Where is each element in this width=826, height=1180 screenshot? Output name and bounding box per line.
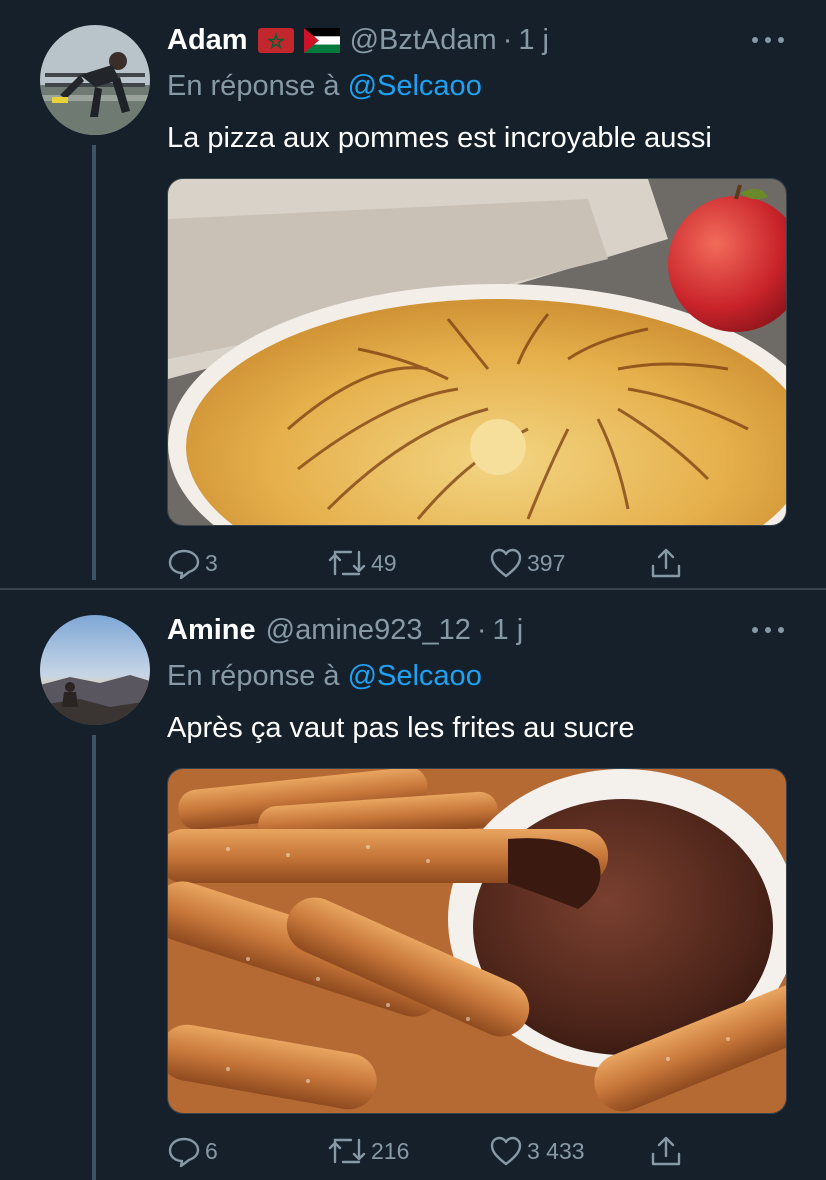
tweet-text: Après ça vaut pas les frites au sucre bbox=[167, 712, 635, 744]
share-icon bbox=[651, 548, 681, 578]
reply-context: En réponse à @Selcaoo bbox=[167, 660, 482, 693]
tweet-header: Adam @BztAdam · 1 j bbox=[167, 18, 549, 62]
share-button[interactable] bbox=[649, 545, 683, 581]
morocco-flag-icon bbox=[257, 27, 294, 53]
more-options-icon[interactable] bbox=[752, 624, 784, 636]
reply-button[interactable]: 6 bbox=[167, 1133, 218, 1169]
retweet-icon bbox=[328, 550, 366, 576]
tweet[interactable]: Adam @BztAdam · 1 j En réponse à @Selcao… bbox=[0, 0, 826, 590]
reply-prefix: En réponse à bbox=[167, 660, 340, 692]
timestamp[interactable]: 1 j bbox=[493, 614, 524, 647]
reply-context: En réponse à @Selcaoo bbox=[167, 70, 482, 103]
reply-prefix: En réponse à bbox=[167, 70, 340, 102]
reply-handle-link[interactable]: @Selcaoo bbox=[348, 660, 482, 692]
tweet-actions: 6 216 3 433 bbox=[167, 1133, 707, 1169]
tweet[interactable]: Amine @amine923_12 · 1 j En réponse à @S… bbox=[0, 590, 826, 1180]
like-count: 397 bbox=[527, 549, 566, 576]
churros-chocolate-photo bbox=[168, 769, 786, 1113]
author-handle[interactable]: @BztAdam bbox=[350, 24, 497, 57]
reply-count: 6 bbox=[205, 1137, 218, 1164]
separator: · bbox=[476, 613, 487, 646]
like-button[interactable]: 397 bbox=[489, 545, 565, 581]
tweet-header: Amine @amine923_12 · 1 j bbox=[167, 608, 523, 652]
like-button[interactable]: 3 433 bbox=[489, 1133, 585, 1169]
reply-icon bbox=[168, 1137, 200, 1168]
retweet-count: 216 bbox=[371, 1137, 410, 1164]
tweet-image[interactable] bbox=[167, 178, 787, 526]
retweet-button[interactable]: 216 bbox=[327, 1133, 409, 1169]
author-name[interactable]: Adam bbox=[167, 24, 248, 57]
retweet-count: 49 bbox=[371, 549, 397, 576]
timestamp[interactable]: 1 j bbox=[518, 24, 549, 57]
author-name[interactable]: Amine bbox=[167, 614, 256, 647]
retweet-button[interactable]: 49 bbox=[327, 545, 397, 581]
reply-handle-link[interactable]: @Selcaoo bbox=[348, 70, 482, 102]
apple-tart-photo bbox=[168, 179, 786, 525]
author-handle[interactable]: @amine923_12 bbox=[266, 614, 471, 647]
heart-icon bbox=[490, 1136, 522, 1166]
reply-count: 3 bbox=[205, 549, 218, 576]
thread-line bbox=[92, 735, 96, 1180]
share-button[interactable] bbox=[649, 1133, 683, 1169]
retweet-icon bbox=[328, 1138, 366, 1164]
reply-icon bbox=[168, 549, 200, 580]
separator: · bbox=[502, 23, 513, 56]
avatar[interactable] bbox=[40, 615, 150, 725]
tweet-image[interactable] bbox=[167, 768, 787, 1114]
tweet-actions: 3 49 397 bbox=[167, 545, 707, 581]
tweet-text: La pizza aux pommes est incroyable aussi bbox=[167, 122, 712, 154]
like-count: 3 433 bbox=[527, 1137, 585, 1164]
heart-icon bbox=[490, 548, 522, 578]
thread-line bbox=[92, 145, 96, 580]
share-icon bbox=[651, 1136, 681, 1166]
palestine-flag-icon bbox=[303, 27, 340, 53]
reply-button[interactable]: 3 bbox=[167, 545, 218, 581]
avatar[interactable] bbox=[40, 25, 150, 135]
more-options-icon[interactable] bbox=[752, 34, 784, 46]
